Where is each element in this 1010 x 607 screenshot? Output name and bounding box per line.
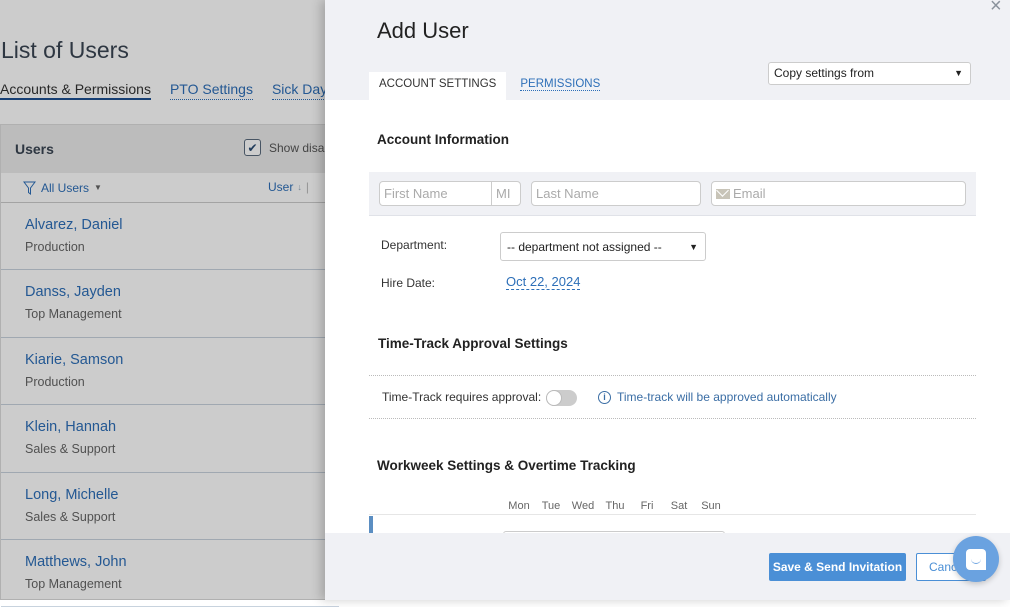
department-select[interactable]: -- department not assigned -- ▼: [500, 232, 706, 261]
sort-divider: |: [305, 180, 309, 194]
user-name[interactable]: Klein, Hannah: [25, 419, 339, 435]
chat-icon: [966, 548, 986, 570]
users-panel: Users ✔ Show disab All Users ▼ User ↓ | …: [0, 124, 340, 607]
user-department: Sales & Support: [25, 509, 116, 524]
weekday-label: Fri: [640, 500, 654, 512]
approval-toggle-label: Time-Track requires approval:: [382, 390, 542, 404]
hire-date-picker[interactable]: Oct 22, 2024: [506, 274, 581, 290]
close-icon[interactable]: ×: [990, 0, 1002, 18]
tab-permissions[interactable]: PERMISSIONS: [510, 72, 610, 100]
workweek-heading: Workweek Settings & Overtime Tracking: [377, 458, 636, 473]
approval-settings-heading: Time-Track Approval Settings: [378, 336, 568, 351]
divider: [369, 514, 976, 515]
department-label: Department:: [381, 238, 448, 252]
caret-down-icon: ▼: [689, 242, 698, 252]
user-row[interactable]: Klein, Hannah Sales & Support: [1, 405, 339, 473]
divider: [369, 375, 976, 376]
row-indicator: [369, 516, 373, 534]
save-send-invitation-button[interactable]: Save & Send Invitation: [769, 553, 906, 581]
caret-down-icon: ▼: [94, 183, 102, 192]
users-panel-header: Users ✔ Show disab: [1, 125, 339, 173]
email-input[interactable]: [733, 186, 953, 201]
weekday-headers: Mon Tue Wed Thu Fri Sat Sun: [503, 500, 727, 512]
chat-widget-button[interactable]: [953, 536, 999, 582]
tab-pto-settings[interactable]: PTO Settings: [169, 81, 253, 100]
drawer-title: Add User: [377, 18, 469, 43]
drawer-footer: Save & Send Invitation Cancel: [325, 533, 1010, 600]
tab-permissions-label: PERMISSIONS: [520, 78, 601, 91]
weekday-label: Mon: [508, 500, 530, 512]
user-department: Top Management: [25, 576, 122, 591]
approval-info: i Time-track will be approved automatica…: [598, 390, 837, 404]
middle-initial-input[interactable]: [491, 181, 521, 206]
weekday-label: Thu: [605, 500, 625, 512]
show-disabled-toggle[interactable]: ✔ Show disab: [244, 139, 331, 156]
account-information-heading: Account Information: [377, 132, 509, 147]
user-row[interactable]: Kiarie, Samson Production: [1, 338, 339, 406]
add-user-drawer: Add User × ACCOUNT SETTINGS PERMISSIONS …: [325, 0, 1010, 600]
user-name[interactable]: Long, Michelle: [25, 487, 339, 503]
user-row[interactable]: Matthews, John Top Management: [1, 540, 339, 607]
email-field[interactable]: [711, 181, 966, 206]
checkbox-checked-icon[interactable]: ✔: [244, 139, 261, 156]
name-fields-row: [369, 172, 976, 216]
page-tabs: Accounts & Permissions PTO Settings Sick…: [0, 81, 335, 100]
tab-accounts-permissions[interactable]: Accounts & Permissions: [0, 81, 151, 100]
user-department: Top Management: [25, 307, 122, 322]
copy-settings-select[interactable]: Copy settings from ▼: [768, 62, 971, 85]
user-department: Production: [25, 240, 85, 254]
weekday-label: Tue: [541, 500, 561, 512]
users-filter-bar: All Users ▼ User ↓ |: [1, 173, 339, 203]
user-department: Sales & Support: [25, 442, 116, 457]
user-department: Production: [25, 374, 85, 389]
department-value: -- department not assigned --: [507, 240, 662, 254]
first-name-input[interactable]: [379, 181, 492, 206]
divider: [369, 418, 976, 419]
sort-arrow-down-icon: ↓: [297, 182, 302, 192]
copy-settings-value: Copy settings from: [774, 66, 875, 80]
user-name[interactable]: Matthews, John: [25, 554, 339, 570]
user-name[interactable]: Kiarie, Samson: [25, 352, 339, 368]
hire-date-label: Hire Date:: [381, 276, 436, 290]
caret-down-icon: ▼: [954, 68, 963, 78]
show-disabled-label: Show disab: [269, 140, 332, 155]
info-icon: i: [598, 390, 611, 404]
approval-toggle[interactable]: [546, 390, 577, 406]
tab-account-settings[interactable]: ACCOUNT SETTINGS: [369, 72, 507, 100]
envelope-icon: [716, 188, 730, 199]
page-title: List of Users: [1, 37, 129, 63]
sort-by-user[interactable]: User ↓ |: [268, 180, 309, 194]
user-row[interactable]: Alvarez, Daniel Production: [1, 203, 339, 271]
last-name-input[interactable]: [531, 181, 701, 206]
users-panel-title: Users: [15, 141, 54, 157]
filter-funnel-icon: [23, 181, 36, 195]
user-row[interactable]: Long, Michelle Sales & Support: [1, 473, 339, 540]
users-list: Alvarez, Daniel Production Danss, Jayden T…: [1, 203, 339, 607]
approval-info-text: Time-track will be approved automaticall…: [617, 390, 837, 404]
user-name[interactable]: Danss, Jayden: [25, 284, 339, 300]
sort-label: User: [268, 180, 294, 194]
weekday-label: Sun: [701, 500, 721, 512]
weekday-label: Sat: [670, 500, 688, 512]
drawer-tabs: ACCOUNT SETTINGS PERMISSIONS: [369, 72, 610, 100]
user-name[interactable]: Alvarez, Daniel: [25, 217, 339, 233]
weekday-label: Wed: [571, 500, 595, 512]
user-row[interactable]: Danss, Jayden Top Management: [1, 270, 339, 338]
filter-label: All Users: [41, 180, 90, 195]
filter-dropdown[interactable]: All Users ▼: [23, 181, 102, 195]
